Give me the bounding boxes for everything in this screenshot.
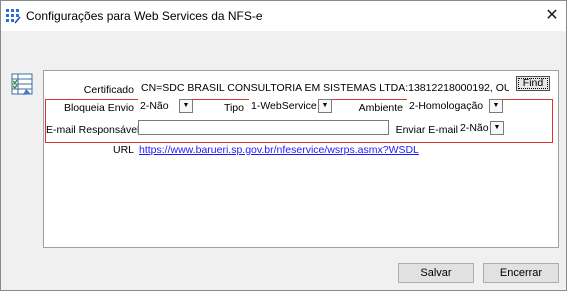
ambiente-select[interactable]: 2-Homologação ▼	[407, 99, 503, 114]
email-responsavel-field[interactable]	[138, 120, 389, 135]
tipo-label: Tipo	[223, 102, 244, 114]
enviar-email-label: Enviar E-mail	[395, 124, 458, 136]
title-bar: Configurações para Web Services da NFS-e…	[1, 1, 566, 31]
chevron-down-icon[interactable]: ▼	[318, 99, 332, 113]
chevron-down-icon[interactable]: ▼	[489, 99, 503, 113]
salvar-button[interactable]: Salvar	[398, 263, 474, 283]
window-title: Configurações para Web Services da NFS-e	[26, 9, 263, 23]
encerrar-button[interactable]: Encerrar	[483, 263, 559, 283]
tipo-select[interactable]: 1-WebService ▼	[249, 99, 332, 114]
find-button[interactable]: Find	[516, 76, 550, 91]
url-label: URL	[112, 144, 134, 156]
enviar-email-value: 2-Não	[460, 122, 489, 134]
enviar-email-select[interactable]: 2-Não ▼	[458, 121, 504, 136]
url-link[interactable]: https://www.barueri.sp.gov.br/nfeservice…	[139, 144, 419, 156]
ambiente-label: Ambiente	[358, 102, 403, 114]
dialog-window: Configurações para Web Services da NFS-e…	[0, 0, 567, 291]
grid-app-icon	[5, 8, 21, 24]
ambiente-value: 2-Homologação	[409, 100, 484, 112]
tipo-value: 1-WebService	[251, 100, 317, 112]
bloqueia-envio-value: 2-Não	[140, 100, 169, 112]
settings-panel: Certificado CN=SDC BRASIL CONSULTORIA EM…	[43, 70, 559, 248]
bloqueia-envio-select[interactable]: 2-Não ▼	[138, 99, 193, 114]
email-responsavel-label: E-mail Responsável	[46, 124, 140, 136]
chevron-down-icon[interactable]: ▼	[490, 121, 504, 135]
chevron-down-icon[interactable]: ▼	[179, 99, 193, 113]
close-icon[interactable]: ✕	[541, 6, 563, 26]
checklist-icon	[11, 73, 33, 95]
certificado-field[interactable]: CN=SDC BRASIL CONSULTORIA EM SISTEMAS LT…	[138, 80, 510, 95]
bloqueia-envio-label: Bloqueia Envio	[63, 102, 134, 114]
certificado-label: Certificado	[83, 84, 134, 96]
